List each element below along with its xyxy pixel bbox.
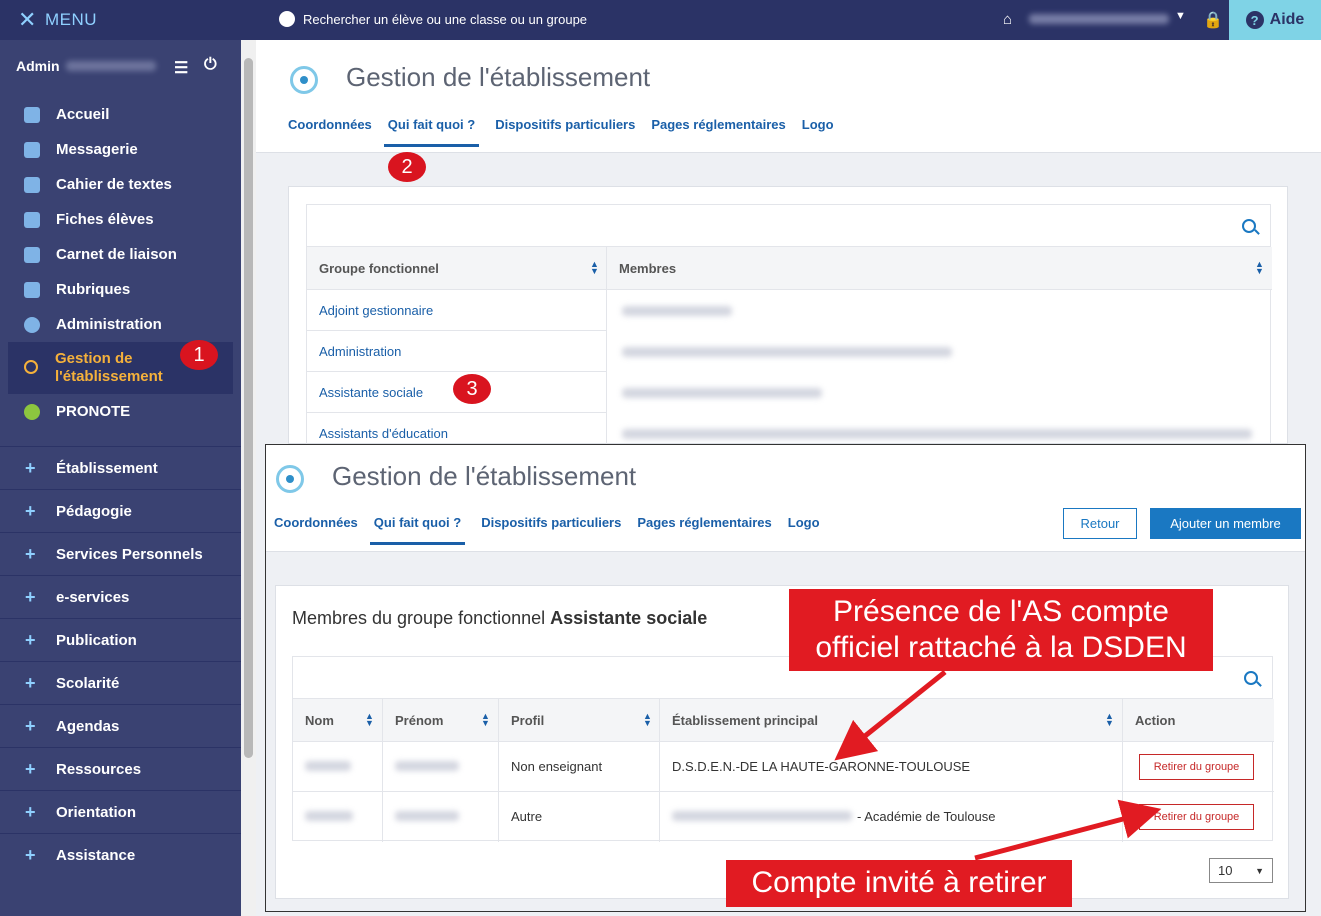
- annotation-arrows: [834, 670, 1162, 861]
- arrow-to-dsden: [834, 670, 947, 761]
- arrow-to-remove-button: [974, 799, 1162, 861]
